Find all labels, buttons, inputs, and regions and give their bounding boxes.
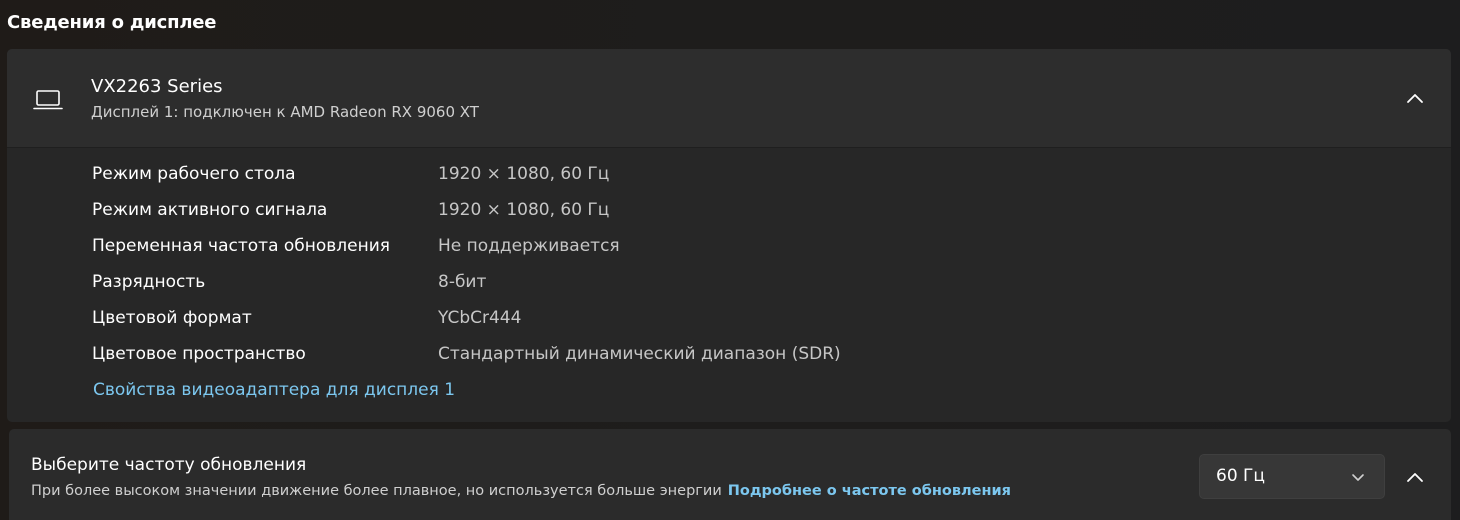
display-connection-info: Дисплей 1: подключен к AMD Radeon RX 906… bbox=[91, 103, 479, 121]
property-value-active-signal: 1920 × 1080, 60 Гц bbox=[438, 200, 610, 220]
property-value-desktop-mode: 1920 × 1080, 60 Гц bbox=[438, 164, 610, 184]
chevron-up-icon bbox=[1407, 94, 1423, 103]
refresh-rate-description-text: При более высоком значении движение боле… bbox=[31, 483, 722, 499]
refresh-rate-card: Выберите частоту обновления При более вы… bbox=[9, 429, 1451, 520]
collapse-refresh-button[interactable] bbox=[1395, 457, 1435, 497]
display-details: Режим рабочего стола 1920 × 1080, 60 Гц … bbox=[7, 148, 1451, 422]
property-label-vrr: Переменная частота обновления bbox=[92, 236, 391, 256]
display-header[interactable]: VX2263 Series Дисплей 1: подключен к AMD… bbox=[7, 49, 1451, 148]
display-name: VX2263 Series bbox=[91, 76, 223, 97]
property-value-bit-depth: 8-бит bbox=[438, 272, 487, 292]
property-value-color-format: YCbCr444 bbox=[438, 308, 522, 328]
property-label-active-signal: Режим активного сигнала bbox=[92, 200, 328, 220]
section-title: Сведения о дисплее bbox=[7, 12, 217, 33]
property-label-bit-depth: Разрядность bbox=[92, 272, 206, 292]
property-label-color-space: Цветовое пространство bbox=[92, 344, 306, 364]
refresh-rate-selected-value: 60 Гц bbox=[1216, 466, 1265, 486]
laptop-icon bbox=[33, 90, 63, 110]
property-label-color-format: Цветовой формат bbox=[92, 308, 252, 328]
property-label-desktop-mode: Режим рабочего стола bbox=[92, 164, 296, 184]
adapter-properties-link[interactable]: Свойства видеоадаптера для дисплея 1 bbox=[93, 380, 455, 400]
collapse-display-button[interactable] bbox=[1395, 78, 1435, 118]
refresh-rate-description: При более высоком значении движение боле… bbox=[31, 483, 1011, 499]
chevron-down-icon bbox=[1352, 474, 1364, 481]
refresh-rate-title: Выберите частоту обновления bbox=[31, 455, 307, 475]
refresh-rate-learn-more-link[interactable]: Подробнее о частоте обновления bbox=[728, 483, 1011, 499]
chevron-up-icon bbox=[1407, 473, 1423, 482]
display-info-card: VX2263 Series Дисплей 1: подключен к AMD… bbox=[7, 49, 1451, 422]
property-value-color-space: Стандартный динамический диапазон (SDR) bbox=[438, 344, 841, 364]
property-value-vrr: Не поддерживается bbox=[438, 236, 620, 256]
refresh-rate-dropdown[interactable]: 60 Гц bbox=[1199, 454, 1385, 499]
